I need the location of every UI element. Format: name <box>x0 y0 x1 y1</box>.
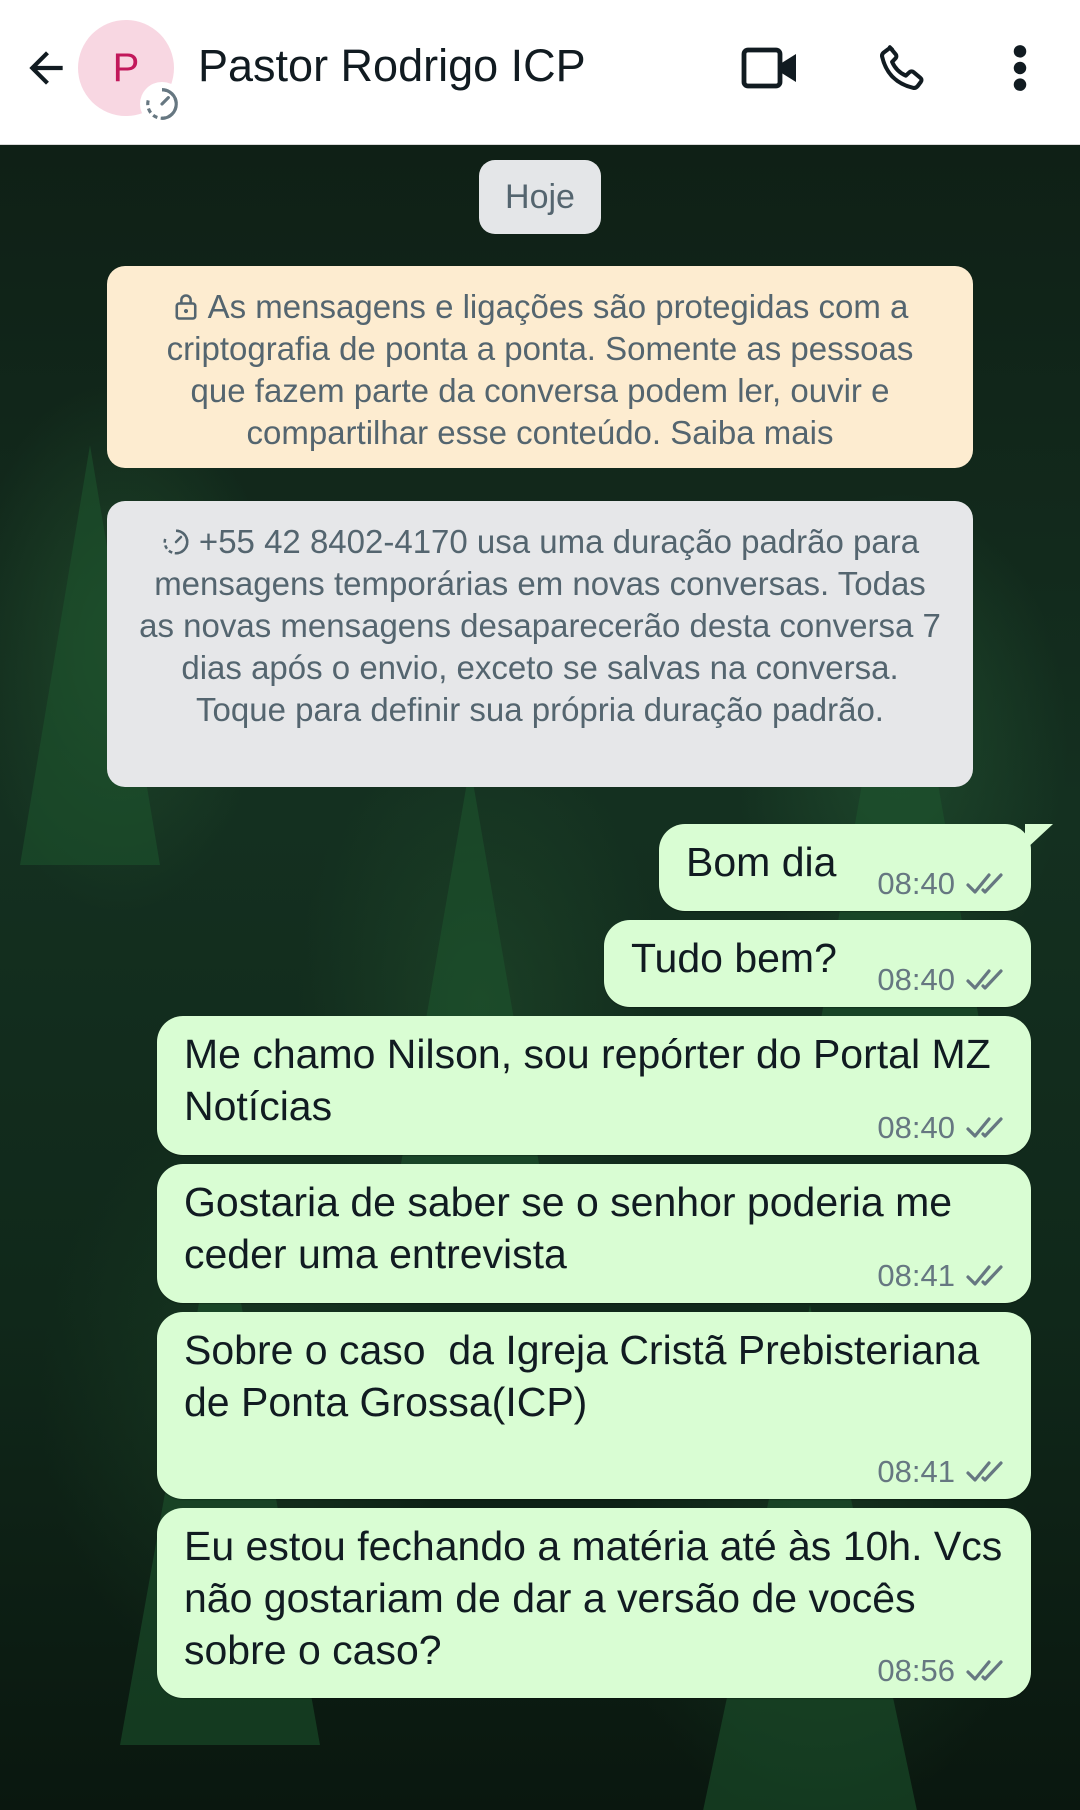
back-arrow-icon <box>29 51 63 85</box>
chat-header: P Pastor Rodrigo ICP <box>0 0 1080 145</box>
message-meta: 08:40 <box>877 964 1009 995</box>
message-bubble[interactable]: Tudo bem? 08:40 <box>604 920 1031 1007</box>
message-meta: 08:56 <box>877 1655 1009 1686</box>
chat-area[interactable]: Hoje As mensagens e ligações são protegi… <box>0 145 1080 1810</box>
message-bubble[interactable]: Sobre o caso da Igreja Cristã Prebisteri… <box>157 1312 1031 1499</box>
disappearing-notice-text: +55 42 8402-4170 usa uma duração padrão … <box>139 523 941 728</box>
more-options-button[interactable] <box>988 36 1052 100</box>
phone-icon <box>880 45 924 90</box>
double-check-icon <box>966 968 1003 990</box>
message-meta: 08:40 <box>877 1112 1009 1143</box>
message-bubble[interactable]: Me chamo Nilson, sou repórter do Portal … <box>157 1016 1031 1155</box>
message-meta: 08:41 <box>877 1456 1009 1487</box>
double-check-icon <box>966 872 1003 894</box>
message-time: 08:40 <box>877 1110 955 1145</box>
voice-call-button[interactable] <box>870 36 934 100</box>
double-check-icon <box>966 1460 1003 1482</box>
message-meta: 08:41 <box>877 1260 1009 1291</box>
disappearing-timer-badge <box>140 82 184 126</box>
disappearing-messages-notice[interactable]: +55 42 8402-4170 usa uma duração padrão … <box>107 501 973 787</box>
date-separator: Hoje <box>479 160 601 234</box>
message-text: Sobre o caso da Igreja Cristã Prebisteri… <box>184 1327 991 1425</box>
more-vert-icon <box>1013 45 1027 91</box>
message-time: 08:40 <box>877 962 955 997</box>
double-check-icon <box>966 1264 1003 1286</box>
video-call-button[interactable] <box>738 36 802 100</box>
double-check-icon <box>966 1116 1003 1138</box>
video-camera-icon <box>741 47 796 89</box>
bubble-tail <box>1025 824 1053 850</box>
message-time: 08:41 <box>877 1454 955 1489</box>
message-meta: 08:40 <box>877 868 1009 899</box>
back-button[interactable] <box>14 36 78 100</box>
message-bubble[interactable]: Bom dia 08:40 <box>659 824 1053 911</box>
message-bubble[interactable]: Gostaria de saber se o senhor poderia me… <box>157 1164 1031 1303</box>
double-check-icon <box>966 1659 1003 1681</box>
avatar-letter: P <box>112 45 140 90</box>
encryption-notice-text: As mensagens e ligações são protegidas c… <box>166 288 914 451</box>
message-time: 08:41 <box>877 1258 955 1293</box>
lock-icon <box>175 294 197 320</box>
message-bubble[interactable]: Eu estou fechando a matéria até às 10h. … <box>157 1508 1031 1698</box>
disappearing-timer-icon <box>146 88 178 120</box>
contact-name[interactable]: Pastor Rodrigo ICP <box>198 40 586 92</box>
message-time: 08:40 <box>877 866 955 901</box>
disappearing-timer-icon <box>163 529 189 555</box>
encryption-notice[interactable]: As mensagens e ligações são protegidas c… <box>107 266 973 468</box>
message-time: 08:56 <box>877 1653 955 1688</box>
